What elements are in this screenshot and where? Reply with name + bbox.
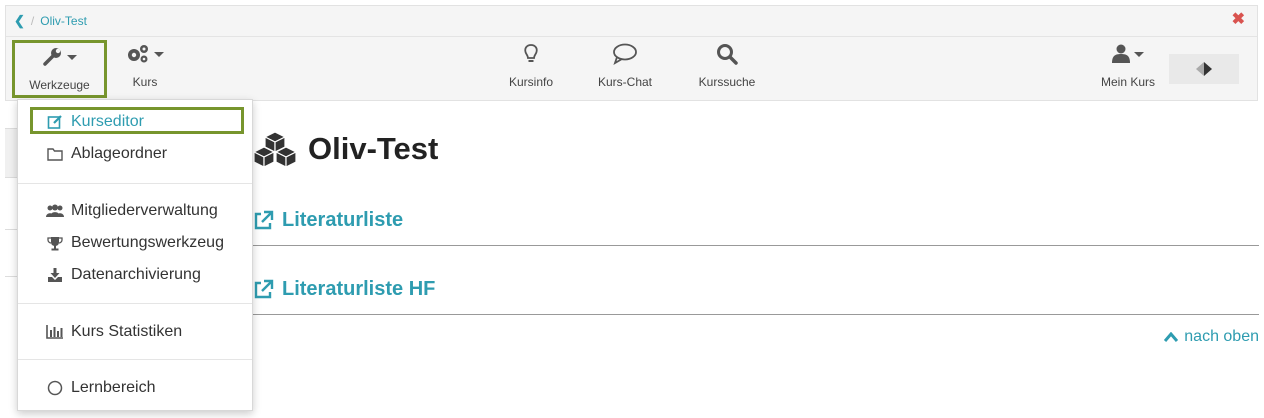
search-icon [717,44,738,65]
external-link-icon [254,279,274,298]
menu-edge-line [5,276,17,277]
menu-item-label: Datenarchivierung [71,266,201,283]
menu-item-label: Bewertungswerkzeug [71,234,224,251]
previous-button[interactable] [1169,54,1204,84]
edit-icon [46,114,64,130]
my-course-menu-button[interactable]: Mein Kurs [1092,40,1164,98]
page-title-text: Oliv-Test [308,131,439,166]
menu-item-label: Mitgliederverwaltung [71,202,218,219]
section-divider [252,314,1259,315]
menu-divider [18,303,252,304]
course-menu-edge [5,128,17,277]
breadcrumb-course-link[interactable]: Oliv-Test [40,14,87,28]
arrow-right-icon [1204,62,1239,76]
menu-item-label: Kurseditor [71,113,144,130]
tools-dropdown-menu: Kurseditor Ablageordner Mitgliederverwal… [17,99,253,411]
circle-icon [46,380,64,396]
gears-icon [128,45,148,63]
chevron-left-icon[interactable]: ❮ [14,13,25,29]
menu-item-data-archiving[interactable]: Datenarchivierung [46,262,201,288]
menu-item-course-editor[interactable]: Kurseditor [46,109,144,135]
breadcrumb-separator: / [30,14,35,28]
external-link-icon [254,210,274,229]
menu-item-label: Kurs Statistiken [71,323,183,340]
close-icon[interactable]: ✖ [1232,12,1245,28]
chevron-up-icon [1164,332,1179,342]
course-search-button[interactable]: Kurssuche [691,40,763,98]
section-divider [252,245,1259,246]
menu-edge-line [5,177,17,178]
course-chat-button[interactable]: Kurs-Chat [590,40,660,98]
chevron-down-icon [1134,51,1144,57]
menu-item-member-management[interactable]: Mitgliederverwaltung [46,198,218,224]
menu-edge-block [5,129,17,177]
menu-item-label: Lernbereich [71,379,156,396]
page-title: Oliv-Test [252,130,438,168]
trophy-icon [46,236,64,251]
courseinfo-button[interactable]: Kursinfo [498,40,564,98]
folder-icon [46,147,64,161]
next-button[interactable] [1204,54,1239,84]
menu-edge-line [5,229,17,230]
tools-menu-button[interactable]: Werkzeuge [12,40,107,98]
chat-bubble-icon [613,43,637,65]
course-chat-label: Kurs-Chat [597,75,653,89]
course-label: Kurs [132,75,158,89]
menu-item-learning-area[interactable]: Lernbereich [46,375,156,401]
literature-link[interactable]: Literaturliste [252,209,403,232]
chevron-down-icon [66,54,77,60]
lightbulb-icon [524,44,538,62]
back-to-top-label: nach oben [1184,328,1259,345]
user-icon [1112,44,1130,63]
chevron-down-icon [154,51,164,57]
back-to-top-link[interactable]: nach oben [1164,328,1259,346]
menu-divider [18,183,252,184]
download-icon [46,267,64,283]
cubes-icon [252,131,298,168]
course-toolbar: ❮ / Oliv-Test ✖ Werkzeuge Kurs Kursinfo … [5,5,1258,101]
course-menu-button[interactable]: Kurs [121,40,169,98]
menu-item-label: Ablageordner [71,145,168,162]
menu-divider [18,359,252,360]
courseinfo-label: Kursinfo [508,75,554,89]
course-search-label: Kurssuche [698,75,756,89]
users-icon [46,204,64,218]
literature-hf-link-label: Literaturliste HF [282,278,436,300]
breadcrumb: ❮ / Oliv-Test [14,13,87,29]
toolbar-divider [6,36,1257,37]
menu-item-storage-folder[interactable]: Ablageordner [46,141,167,167]
literature-link-label: Literaturliste [282,209,404,231]
course-navigation [1169,54,1239,84]
tools-label: Werkzeuge [29,78,90,92]
literature-hf-link[interactable]: Literaturliste HF [252,278,435,301]
wrench-icon [42,48,61,66]
menu-item-assessment-tool[interactable]: Bewertungswerkzeug [46,230,224,256]
menu-item-course-statistics[interactable]: Kurs Statistiken [46,319,182,345]
my-course-label: Mein Kurs [1100,75,1156,89]
bar-chart-icon [46,325,64,339]
arrow-left-icon [1169,62,1204,76]
